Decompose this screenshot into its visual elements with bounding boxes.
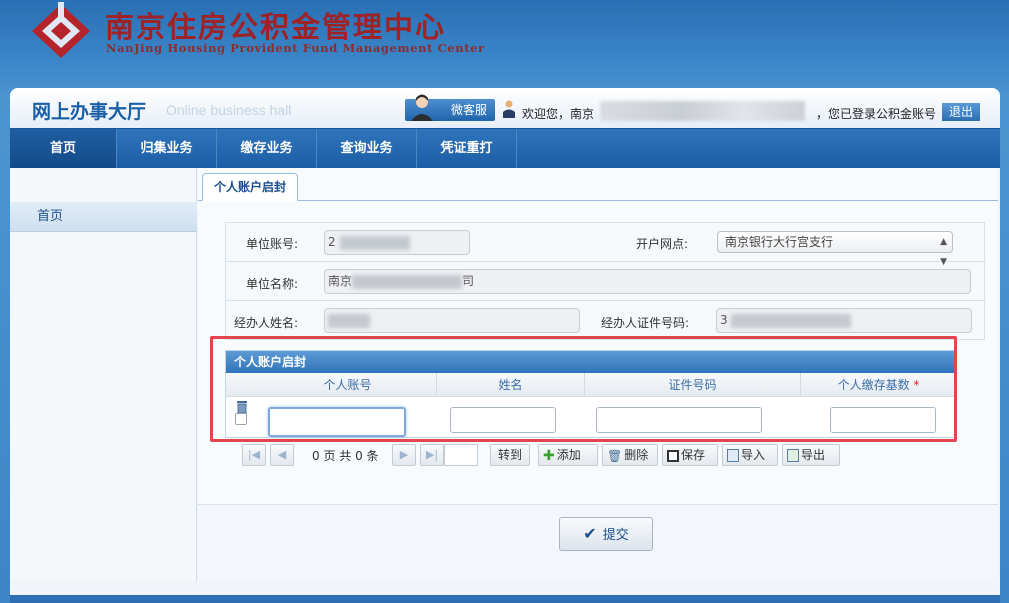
- bottom-strip: [10, 595, 1000, 603]
- sidebar-item-home[interactable]: 首页: [10, 202, 197, 232]
- goto-button[interactable]: 转到: [490, 444, 530, 466]
- first-page-icon[interactable]: |◀: [242, 444, 266, 466]
- site-subtitle: NanJing Housing Provident Fund Managemen…: [106, 41, 485, 55]
- main-nav: 首页 归集业务 缴存业务 查询业务 凭证重打: [10, 128, 1000, 169]
- tab-account-unseal[interactable]: 个人账户启封: [202, 173, 298, 201]
- import-label: 导入: [741, 448, 766, 462]
- form-row: 单位名称: 南京 司: [226, 262, 986, 301]
- handler-name-label: 经办人姓名:: [233, 316, 298, 330]
- export-label: 导出: [801, 448, 826, 462]
- handler-name-field: [324, 308, 580, 333]
- branch-select[interactable]: 南京银行大行宫支行 ▲ ▼: [717, 231, 953, 267]
- masked-username: [600, 101, 805, 121]
- page-info: 0 页 共 0 条: [312, 449, 379, 463]
- delete-button[interactable]: 🗑 删除: [602, 444, 658, 466]
- export-button[interactable]: 导出: [782, 444, 840, 466]
- sidebar: 首页: [10, 168, 197, 581]
- save-icon: [667, 449, 679, 462]
- prev-page-icon[interactable]: ◀: [270, 444, 294, 466]
- logout-button[interactable]: 退出: [942, 103, 980, 121]
- welcome-text: 欢迎您，南京: [522, 107, 595, 121]
- site-header: 南京住房公积金管理中心 NanJing Housing Provident Fu…: [0, 0, 1009, 88]
- hall-subtitle: Online business hall: [166, 102, 292, 118]
- masked-value: [339, 235, 410, 250]
- branch-label: 开户网点:: [635, 237, 688, 251]
- nav-reprint[interactable]: 凭证重打: [417, 129, 517, 169]
- form-row: 单位账号: 2 开户网点: 南京银行大行宫支行 ▲ ▼: [226, 223, 986, 267]
- unit-account-value: 2: [328, 235, 336, 249]
- handler-id-value: 3: [720, 313, 728, 327]
- unit-name-suffix: 司: [462, 274, 475, 288]
- save-button[interactable]: 保存: [662, 444, 718, 466]
- submit-area: ✔ 提交: [198, 504, 998, 581]
- site-title: 南京住房公积金管理中心: [105, 10, 447, 44]
- branch-selected-value: 南京银行大行宫支行: [725, 235, 834, 249]
- check-icon: ✔: [583, 524, 597, 543]
- main-panel: 网上办事大厅 Online business hall 微客服 欢迎您，南京 ，…: [10, 88, 1000, 603]
- submit-label: 提交: [602, 528, 629, 543]
- masked-value: [328, 313, 370, 328]
- nav-query[interactable]: 查询业务: [317, 129, 417, 169]
- add-label: 添加: [556, 448, 581, 462]
- form-row: 经办人姓名: 经办人证件号码: 3: [226, 301, 986, 340]
- content-area: 个人账户启封 单位账号: 2 开户网点: 南京银行大行宫支行 ▲ ▼ 单位名称: …: [198, 168, 998, 581]
- import-button[interactable]: 导入: [722, 444, 778, 466]
- unit-name-field: 南京 司: [324, 269, 971, 294]
- add-button[interactable]: ✚ 添加: [538, 444, 598, 466]
- submit-button[interactable]: ✔ 提交: [559, 517, 653, 551]
- customer-service-button[interactable]: 微客服: [405, 94, 495, 121]
- unit-account-label: 单位账号:: [245, 237, 298, 251]
- save-label: 保存: [681, 448, 706, 462]
- unit-name-label: 单位名称:: [245, 277, 298, 291]
- masked-value: [352, 274, 463, 289]
- unit-info-form: 单位账号: 2 开户网点: 南京银行大行宫支行 ▲ ▼ 单位名称: 南京 司 经办人…: [225, 222, 986, 340]
- unit-name-prefix: 南京: [328, 274, 353, 288]
- delete-label: 删除: [624, 448, 649, 462]
- tab-strip: 个人账户启封: [198, 168, 998, 201]
- masked-value: [730, 313, 851, 328]
- next-page-icon[interactable]: ▶: [392, 444, 416, 466]
- unit-account-field: 2: [324, 230, 470, 255]
- goto-page-input[interactable]: [444, 444, 478, 466]
- export-icon: [787, 449, 799, 462]
- handler-id-label: 经办人证件号码:: [600, 316, 689, 330]
- logo-icon: [32, 2, 90, 58]
- last-page-icon[interactable]: ▶|: [420, 444, 444, 466]
- hall-title: 网上办事大厅: [32, 101, 147, 123]
- trash-icon: 🗑: [607, 448, 623, 463]
- customer-service-avatar-icon: [411, 94, 433, 121]
- import-icon: [727, 449, 739, 462]
- login-tip: ，您已登录公积金账号: [816, 107, 937, 121]
- nav-deposit[interactable]: 缴存业务: [217, 129, 317, 169]
- customer-service-label: 微客服: [450, 103, 487, 117]
- nav-home[interactable]: 首页: [10, 129, 117, 169]
- handler-id-field: 3: [716, 308, 972, 333]
- user-icon: [503, 100, 515, 118]
- pager-toolbar: |◀ ◀ 0 页 共 0 条 ▶ ▶| 转到 ✚ 添加 🗑 删除 保存 导入 导出: [232, 444, 840, 468]
- hall-bar: 网上办事大厅 Online business hall 微客服 欢迎您，南京 ，…: [10, 88, 1000, 128]
- highlight-box: [210, 336, 957, 442]
- nav-collection[interactable]: 归集业务: [117, 129, 217, 169]
- plus-icon: ✚: [543, 447, 555, 464]
